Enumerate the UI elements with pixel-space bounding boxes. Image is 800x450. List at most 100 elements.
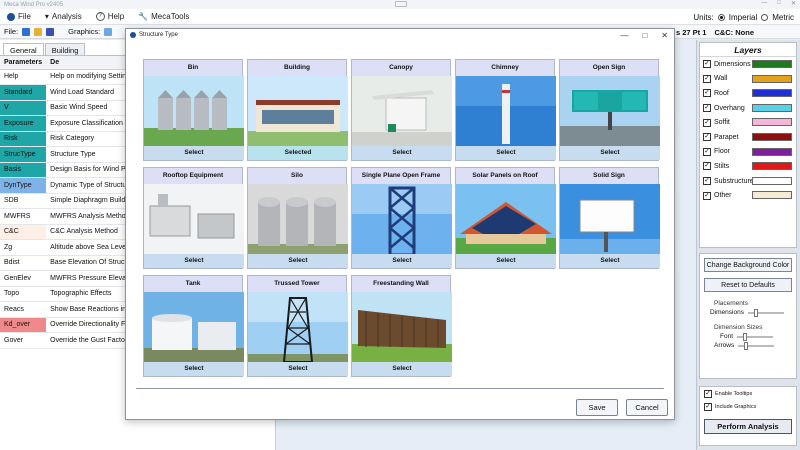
structure-card-title: Silo bbox=[248, 168, 346, 184]
help-icon: ? bbox=[95, 12, 105, 21]
layer-visibility-checkbox[interactable]: ✓ bbox=[703, 89, 711, 98]
menu-analysis-label: Analysis bbox=[51, 12, 82, 21]
structure-card-silo[interactable]: Silo Select bbox=[247, 167, 348, 269]
layer-visibility-checkbox[interactable]: ✓ bbox=[703, 177, 711, 186]
save-button[interactable]: Save bbox=[576, 399, 618, 416]
layer-color-swatch[interactable] bbox=[752, 147, 792, 156]
layer-visibility-checkbox[interactable]: ✓ bbox=[703, 118, 711, 127]
maximize-button[interactable]: □ bbox=[777, 0, 781, 7]
titlebar-search-box[interactable] bbox=[395, 1, 407, 7]
structure-card-select-button[interactable]: Select bbox=[144, 146, 244, 160]
menu-file[interactable]: File bbox=[0, 12, 38, 21]
structure-card-select-button[interactable]: Select bbox=[456, 146, 556, 160]
layer-visibility-checkbox[interactable]: ✓ bbox=[703, 162, 711, 171]
structure-card-select-button[interactable]: Selected bbox=[248, 146, 348, 160]
structure-card-bin[interactable]: Bin Select bbox=[143, 59, 244, 161]
structure-card-image bbox=[456, 184, 556, 255]
open-folder-icon[interactable] bbox=[34, 27, 43, 36]
window-titlebar: Meca Wind Pro v2405 — □ ✕ bbox=[0, 0, 800, 9]
structure-card-select-button[interactable]: Select bbox=[144, 254, 244, 268]
layer-visibility-checkbox[interactable]: ✓ bbox=[703, 104, 711, 113]
include-graphics-label: Include Graphics bbox=[715, 403, 757, 410]
layer-label: Substructure bbox=[714, 177, 754, 185]
font-slider-thumb[interactable] bbox=[743, 332, 748, 341]
layer-color-swatch[interactable] bbox=[752, 89, 792, 98]
layer-row: ✓ Wall bbox=[700, 72, 796, 87]
menu-help[interactable]: ? Help bbox=[89, 12, 131, 21]
font-slider[interactable] bbox=[737, 332, 774, 341]
structure-card-select-button[interactable]: Select bbox=[248, 362, 348, 376]
enable-tooltips-row: ✓ Enable Tooltips bbox=[700, 387, 796, 400]
structure-card-building[interactable]: Building Selected bbox=[247, 59, 348, 161]
structure-card-select-button[interactable]: Select bbox=[560, 146, 660, 160]
dimensions-slider[interactable] bbox=[747, 308, 784, 317]
dialog-minimize-button[interactable]: — bbox=[620, 31, 628, 40]
units-metric-radio[interactable] bbox=[761, 13, 769, 21]
layer-visibility-checkbox[interactable]: ✓ bbox=[703, 133, 711, 142]
layer-label: Wall bbox=[714, 75, 728, 83]
change-background-color-button[interactable]: Change Background Color bbox=[704, 258, 792, 272]
reset-to-defaults-button[interactable]: Reset to Defaults bbox=[704, 278, 792, 292]
menu-mecatools[interactable]: 🔧 MecaTools bbox=[131, 12, 196, 21]
structure-card-select-button[interactable]: Select bbox=[248, 254, 348, 268]
tab-building[interactable]: Building bbox=[44, 43, 86, 55]
layer-color-swatch[interactable] bbox=[752, 60, 792, 68]
parameter-code: Reacs bbox=[0, 301, 47, 318]
structure-card-trussed-tower[interactable]: Trussed Tower Select bbox=[247, 275, 348, 377]
units-imperial-radio[interactable] bbox=[717, 13, 725, 21]
structure-card-title: Canopy bbox=[352, 60, 450, 76]
layer-color-swatch[interactable] bbox=[752, 103, 792, 112]
layer-visibility-checkbox[interactable]: ✓ bbox=[703, 147, 711, 156]
structure-card-solid-sign[interactable]: Solid Sign Select bbox=[559, 167, 660, 269]
structure-card-open-sign[interactable]: Open Sign Select bbox=[559, 59, 660, 161]
structure-card-tank[interactable]: Tank Select bbox=[143, 275, 244, 377]
cancel-button[interactable]: Cancel bbox=[626, 399, 668, 416]
dialog-maximize-button[interactable]: □ bbox=[642, 31, 647, 40]
layer-visibility-checkbox[interactable]: ✓ bbox=[703, 74, 711, 83]
menu-analysis[interactable]: ▾ Analysis bbox=[38, 12, 89, 21]
structure-card-single-plane-open-frame[interactable]: Single Plane Open Frame Select bbox=[351, 167, 452, 269]
perform-analysis-button[interactable]: Perform Analysis bbox=[704, 419, 792, 434]
structure-card-chimney[interactable]: Chimney Select bbox=[455, 59, 556, 161]
arrows-slider[interactable] bbox=[738, 341, 775, 350]
layer-color-swatch[interactable] bbox=[752, 118, 792, 127]
display-options-panel: Change Background Color Reset to Default… bbox=[699, 253, 797, 379]
units-metric-label: Metric bbox=[772, 12, 794, 22]
layer-color-swatch[interactable] bbox=[752, 191, 792, 200]
layer-label: Soffit bbox=[714, 119, 730, 127]
close-window-button[interactable]: ✕ bbox=[791, 0, 796, 7]
structure-card-rooftop-equipment[interactable]: Rooftop Equipment Select bbox=[143, 167, 244, 269]
include-graphics-checkbox[interactable]: ✓ bbox=[704, 402, 712, 411]
structure-card-title: Freestanding Wall bbox=[352, 276, 450, 292]
structure-card-solar-panels-on-roof[interactable]: Solar Panels on Roof Select bbox=[455, 167, 556, 269]
structure-card-select-button[interactable]: Select bbox=[352, 362, 452, 376]
save-icon[interactable] bbox=[46, 27, 55, 36]
minimize-button[interactable]: — bbox=[761, 0, 767, 7]
dimensions-slider-thumb[interactable] bbox=[753, 308, 758, 317]
layer-color-swatch[interactable] bbox=[752, 176, 792, 185]
structure-card-select-button[interactable]: Select bbox=[144, 362, 244, 376]
dialog-close-button[interactable]: ✕ bbox=[661, 31, 668, 40]
graphics-icon[interactable] bbox=[104, 27, 113, 36]
structure-card-image bbox=[144, 184, 244, 255]
layer-row: ✓ Soffit bbox=[700, 115, 796, 130]
layer-visibility-checkbox[interactable]: ✓ bbox=[703, 191, 711, 200]
layer-color-swatch[interactable] bbox=[752, 162, 792, 171]
parameter-code: Gover bbox=[0, 332, 47, 349]
structure-card-select-button[interactable]: Select bbox=[352, 254, 452, 268]
enable-tooltips-checkbox[interactable]: ✓ bbox=[704, 389, 712, 398]
layer-color-swatch[interactable] bbox=[752, 74, 792, 83]
layer-row: ✓ Parapet bbox=[700, 130, 796, 145]
structure-card-select-button[interactable]: Select bbox=[456, 254, 556, 268]
arrows-slider-thumb[interactable] bbox=[744, 341, 749, 350]
layer-visibility-checkbox[interactable]: ✓ bbox=[703, 60, 711, 69]
parameter-code: StrucType bbox=[0, 146, 47, 163]
layer-color-swatch[interactable] bbox=[752, 132, 792, 141]
structure-card-select-button[interactable]: Select bbox=[560, 254, 660, 268]
structure-card-title: Single Plane Open Frame bbox=[352, 168, 450, 184]
tab-general[interactable]: General bbox=[3, 43, 44, 55]
new-file-icon[interactable] bbox=[22, 27, 31, 36]
structure-card-freestanding-wall[interactable]: Freestanding Wall Select bbox=[351, 275, 452, 377]
structure-card-select-button[interactable]: Select bbox=[352, 146, 452, 160]
structure-card-canopy[interactable]: Canopy Select bbox=[351, 59, 452, 161]
